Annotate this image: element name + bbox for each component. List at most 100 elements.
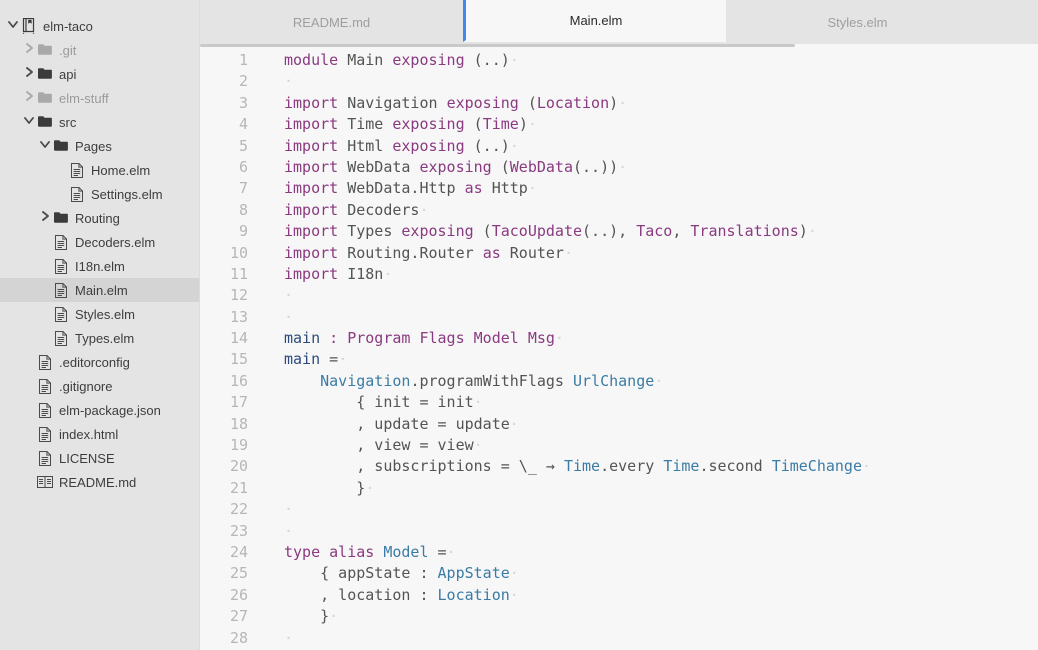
line-source[interactable]: · [248,521,293,542]
code-line[interactable]: 6 import WebData exposing (WebData(..))· [200,157,1038,178]
code-line[interactable]: 3 import Navigation exposing (Location)· [200,93,1038,114]
line-source[interactable]: , location : Location· [248,585,519,606]
code-line[interactable]: 20 , subscriptions = \_ → Time.every Tim… [200,456,1038,477]
chevron-down-icon[interactable] [22,115,36,127]
chevron-right-icon[interactable] [22,43,36,55]
code-line[interactable]: 24 type alias Model =· [200,542,1038,563]
code-line[interactable]: 11 import I18n· [200,264,1038,285]
tree-item-home-elm[interactable]: Home.elm [0,158,199,182]
tree-item-styles-elm[interactable]: Styles.elm [0,302,199,326]
tab-bar[interactable]: README.md Main.elm Styles.elm [200,0,1038,44]
chevron-right-icon[interactable] [22,67,36,79]
line-source[interactable]: import Navigation exposing (Location)· [248,93,627,114]
line-source[interactable]: module Main exposing (..)· [248,50,519,71]
line-source[interactable]: Navigation.programWithFlags UrlChange· [248,371,663,392]
folder-icon [38,68,52,79]
code-line[interactable]: 18 , update = update· [200,414,1038,435]
tree-item-elm-stuff[interactable]: elm-stuff [0,86,199,110]
line-source[interactable]: , subscriptions = \_ → Time.every Time.s… [248,456,871,477]
line-source[interactable]: import Types exposing (TacoUpdate(..), T… [248,221,817,242]
code-line[interactable]: 19 , view = view· [200,435,1038,456]
code-line[interactable]: 12 · [200,285,1038,306]
tree-item-index-html[interactable]: index.html [0,422,199,446]
chevron-right-icon[interactable] [22,91,36,103]
file-icon [68,162,86,178]
line-source[interactable]: import Routing.Router as Router· [248,243,573,264]
chevron-right-icon[interactable] [38,211,52,223]
code-line[interactable]: 28 · [200,628,1038,649]
tree-item-src[interactable]: src [0,110,199,134]
code-line[interactable]: 14 main : Program Flags Model Msg· [200,328,1038,349]
tab-styles-elm[interactable]: Styles.elm [726,0,989,44]
code-line[interactable]: 16 Navigation.programWithFlags UrlChange… [200,371,1038,392]
line-source[interactable]: · [248,307,293,328]
tree-item-i18n-elm[interactable]: I18n.elm [0,254,199,278]
line-source[interactable]: import WebData exposing (WebData(..))· [248,157,627,178]
code-line[interactable]: 5 import Html exposing (..)· [200,136,1038,157]
tree-item-license[interactable]: LICENSE [0,446,199,470]
code-line[interactable]: 8 import Decoders· [200,200,1038,221]
line-source[interactable]: · [248,628,293,649]
file-tree-list[interactable]: .git api elm-stuff src Pages Home.elm Settings… [0,38,199,494]
horizontal-scrollbar[interactable] [200,44,795,47]
tree-item-types-elm[interactable]: Types.elm [0,326,199,350]
line-source[interactable]: import Html exposing (..)· [248,136,519,157]
line-source[interactable]: { init = init· [248,392,482,413]
line-source[interactable]: , view = view· [248,435,482,456]
chevron-down-icon[interactable] [38,139,52,151]
tab-main-elm[interactable]: Main.elm [463,0,726,42]
code-line[interactable]: 23 · [200,521,1038,542]
line-source[interactable]: , update = update· [248,414,519,435]
tree-item-gitignore[interactable]: .gitignore [0,374,199,398]
line-source[interactable]: }· [248,606,338,627]
tree-item-git[interactable]: .git [0,38,199,62]
code-token: (..) [464,51,510,69]
line-source[interactable]: main =· [248,349,347,370]
line-source[interactable]: { appState : AppState· [248,563,519,584]
tree-item-pages[interactable]: Pages [0,134,199,158]
tree-item-readme-md[interactable]: README.md [0,470,199,494]
code-line[interactable]: 15 main =· [200,349,1038,370]
code-token: WebData [347,157,411,176]
code-line[interactable]: 1 module Main exposing (..)· [200,50,1038,71]
code-editor[interactable]: 1 module Main exposing (..)· 2 · 3 import Nav… [200,44,1038,650]
code-token: · [554,329,564,348]
line-source[interactable]: import I18n· [248,264,392,285]
code-line[interactable]: 2 · [200,71,1038,92]
line-source[interactable]: · [248,71,293,92]
tree-item-routing[interactable]: Routing [0,206,199,230]
line-source[interactable]: import Decoders· [248,200,429,221]
file-tree-sidebar[interactable]: elm-taco .git api elm-stuff src Pages Home.el… [0,0,200,650]
code-line[interactable]: 7 import WebData.Http as Http· [200,178,1038,199]
tree-item-root[interactable]: elm-taco [0,14,199,38]
tree-item-settings-elm[interactable]: Settings.elm [0,182,199,206]
tree-item-elm-package-json[interactable]: elm-package.json [0,398,199,422]
chevron-down-icon[interactable] [6,19,20,31]
tab-readme-md[interactable]: README.md [200,0,463,44]
code-line[interactable]: 9 import Types exposing (TacoUpdate(..), … [200,221,1038,242]
line-source[interactable]: import WebData.Http as Http· [248,178,537,199]
tree-item-editorconfig[interactable]: .editorconfig [0,350,199,374]
code-line[interactable]: 4 import Time exposing (Time)· [200,114,1038,135]
code-line[interactable]: 13 · [200,307,1038,328]
code-line[interactable]: 27 }· [200,606,1038,627]
file-icon [52,306,70,322]
line-source[interactable]: type alias Model =· [248,542,456,563]
code-line[interactable]: 26 , location : Location· [200,585,1038,606]
code-line[interactable]: 17 { init = init· [200,392,1038,413]
line-source[interactable]: · [248,499,293,520]
code-content[interactable]: 1 module Main exposing (..)· 2 · 3 import Nav… [200,47,1038,650]
folder-icon [36,68,54,80]
code-line[interactable]: 21 }· [200,478,1038,499]
line-source[interactable]: import Time exposing (Time)· [248,114,537,135]
tree-item-api[interactable]: api [0,62,199,86]
tree-item-decoders-elm[interactable]: Decoders.elm [0,230,199,254]
code-line[interactable]: 10 import Routing.Router as Router· [200,243,1038,264]
code-line[interactable]: 22 · [200,499,1038,520]
line-source[interactable]: }· [248,478,374,499]
code-line[interactable]: 25 { appState : AppState· [200,563,1038,584]
line-source[interactable]: main : Program Flags Model Msg· [248,328,564,349]
line-source[interactable]: · [248,285,293,306]
tree-item-main-elm[interactable]: Main.elm [0,278,199,302]
